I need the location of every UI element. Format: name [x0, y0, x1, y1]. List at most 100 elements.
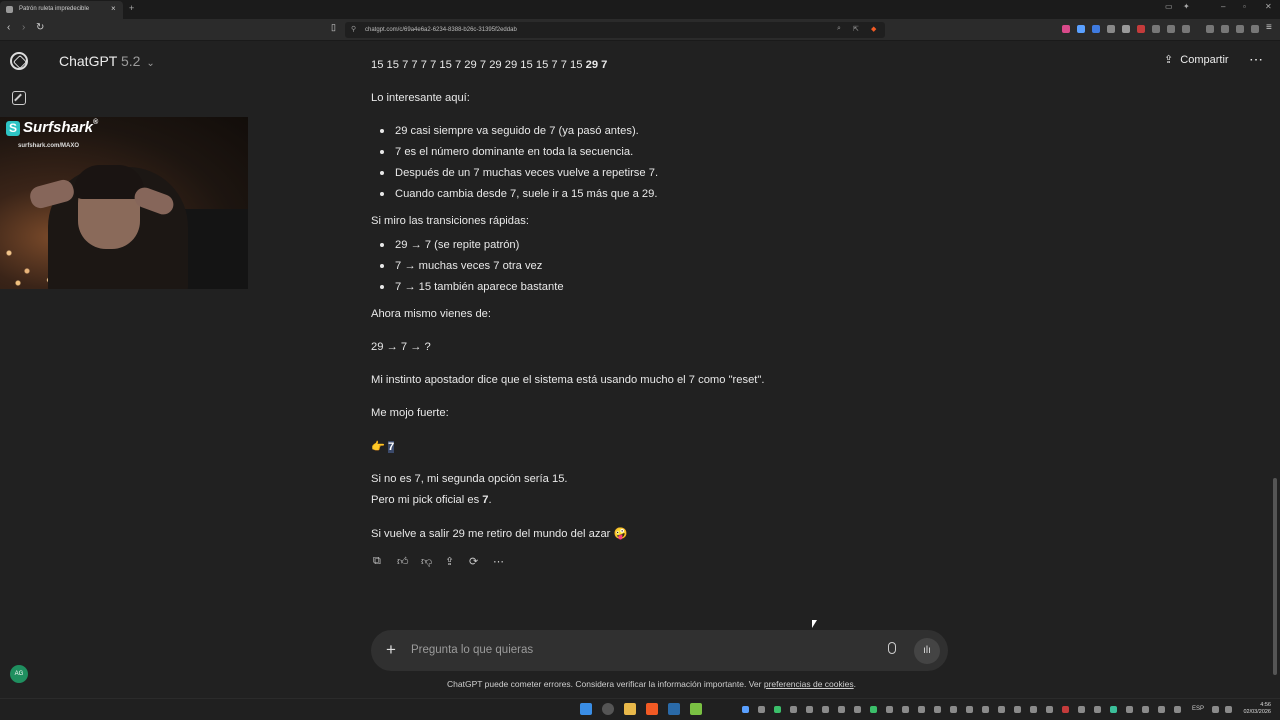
- tray-icon[interactable]: [806, 706, 813, 713]
- forward-icon[interactable]: ›: [22, 22, 25, 33]
- tray-icon[interactable]: [838, 706, 845, 713]
- tray-icon[interactable]: [1046, 706, 1053, 713]
- start-icon[interactable]: [580, 703, 592, 715]
- scrollbar-thumb[interactable]: [1273, 478, 1277, 675]
- pin-icon[interactable]: ✦: [1183, 2, 1190, 11]
- extensions-menu-icon[interactable]: [1182, 25, 1190, 33]
- tray-icon[interactable]: [1030, 706, 1037, 713]
- more-options-icon[interactable]: ⋯: [1249, 51, 1263, 68]
- brave-shield-icon[interactable]: ◆: [871, 25, 876, 33]
- thumbs-down-icon[interactable]: 👎︎: [421, 555, 432, 568]
- steam-icon[interactable]: [668, 703, 680, 715]
- file-explorer-icon[interactable]: [624, 703, 636, 715]
- extension-icon[interactable]: [1152, 25, 1160, 33]
- composer[interactable]: + Pregunta lo que quieras ılı: [371, 630, 948, 671]
- tray-icon[interactable]: [902, 706, 909, 713]
- tray-icon[interactable]: [742, 706, 749, 713]
- tray-icon[interactable]: [790, 706, 797, 713]
- share-page-icon[interactable]: ⇱: [853, 25, 859, 33]
- tray-icon[interactable]: [822, 706, 829, 713]
- paragraph: Mi instinto apostador dice que el sistem…: [371, 374, 765, 386]
- extension-icon[interactable]: [1122, 25, 1130, 33]
- tab-search-icon[interactable]: ▭: [1165, 2, 1173, 11]
- copy-icon[interactable]: ⧉: [373, 555, 381, 568]
- app-icon[interactable]: [690, 703, 702, 715]
- address-bar[interactable]: ⚲ chatgpt.com/c/69a4e6a2-6234-8388-b26c-…: [345, 22, 885, 38]
- tray-icon[interactable]: [934, 706, 941, 713]
- tray-icon[interactable]: [854, 706, 861, 713]
- pick-value[interactable]: 7: [388, 441, 395, 453]
- microphone-tray-icon[interactable]: [1174, 706, 1181, 713]
- more-actions-icon[interactable]: ⋯: [493, 555, 504, 568]
- back-icon[interactable]: ‹: [7, 22, 10, 33]
- extension-icon[interactable]: [1062, 25, 1070, 33]
- close-tab-icon[interactable]: ×: [111, 4, 116, 13]
- tray-icon[interactable]: [1062, 706, 1069, 713]
- regenerate-icon[interactable]: ⟳: [469, 555, 478, 568]
- new-chat-icon[interactable]: [12, 91, 26, 105]
- volume-icon[interactable]: [1225, 706, 1232, 713]
- tray-icon[interactable]: [966, 706, 973, 713]
- share-button[interactable]: ⇪ Compartir: [1164, 53, 1229, 66]
- brave-browser-icon[interactable]: [646, 703, 658, 715]
- tray-icon[interactable]: [886, 706, 893, 713]
- tray-icon[interactable]: [1158, 706, 1165, 713]
- extension-icon[interactable]: [1137, 25, 1145, 33]
- system-clock[interactable]: 4:56 02/03/2026: [1241, 702, 1271, 716]
- prompt-input[interactable]: Pregunta lo que quieras: [411, 644, 533, 656]
- plus-icon[interactable]: +: [386, 640, 396, 660]
- share-message-icon[interactable]: ⇪: [445, 555, 454, 568]
- tray-icon[interactable]: [982, 706, 989, 713]
- tab-favicon-icon: [6, 6, 13, 13]
- model-selector[interactable]: ChatGPT 5.2 ⌄: [59, 53, 155, 69]
- tray-icon[interactable]: [774, 706, 781, 713]
- list-item: 7 → muchas veces 7 otra vez: [395, 260, 543, 272]
- extension-icon[interactable]: [1167, 25, 1175, 33]
- network-icon[interactable]: [1212, 706, 1219, 713]
- tray-icon[interactable]: [998, 706, 1005, 713]
- tray-icon[interactable]: [1142, 706, 1149, 713]
- browser-nav-bar: ‹ › ↻ ▯ ⚲ chatgpt.com/c/69a4e6a2-6234-83…: [0, 19, 1280, 41]
- browser-tab[interactable]: Patrón ruleta impredecible ×: [0, 1, 123, 19]
- microphone-icon[interactable]: [888, 642, 896, 654]
- voice-mode-button[interactable]: ılı: [914, 638, 940, 664]
- tray-icon[interactable]: [1078, 706, 1085, 713]
- sidebar-toggle-icon[interactable]: [1206, 25, 1214, 33]
- vpn-icon[interactable]: [1236, 25, 1244, 33]
- thumbs-up-icon[interactable]: 👍︎: [397, 555, 409, 568]
- bullet-dot: [380, 171, 384, 175]
- clock-date: 02/03/2026: [1243, 709, 1271, 715]
- openai-logo-icon[interactable]: [10, 52, 28, 70]
- reload-icon[interactable]: ↻: [36, 22, 44, 33]
- chevron-down-icon: ⌄: [146, 58, 155, 69]
- site-info-icon[interactable]: ⚲: [351, 25, 356, 33]
- wallet-icon[interactable]: [1221, 25, 1229, 33]
- bullet-dot: [380, 129, 384, 133]
- search-icon[interactable]: [602, 703, 614, 715]
- tray-icon[interactable]: [1126, 706, 1133, 713]
- new-tab-icon[interactable]: +: [129, 3, 134, 13]
- surfshark-logo: S Surfshark®: [6, 119, 98, 136]
- tray-icon[interactable]: [1110, 706, 1117, 713]
- zoom-icon[interactable]: ⌕: [837, 25, 841, 33]
- tray-icon[interactable]: [758, 706, 765, 713]
- leo-ai-icon[interactable]: [1251, 25, 1259, 33]
- extension-icon[interactable]: [1107, 25, 1115, 33]
- avatar[interactable]: AG: [10, 665, 28, 683]
- close-window-icon[interactable]: ✕: [1265, 2, 1272, 11]
- tray-icon[interactable]: [1094, 706, 1101, 713]
- browser-menu-icon[interactable]: ≡: [1266, 22, 1272, 33]
- minimize-icon[interactable]: –: [1221, 2, 1225, 11]
- maximize-icon[interactable]: ▫: [1243, 2, 1246, 11]
- tray-icon[interactable]: [918, 706, 925, 713]
- tray-icon[interactable]: [950, 706, 957, 713]
- gaming-chair: [182, 209, 248, 289]
- cookie-preferences-link[interactable]: preferencias de cookies: [764, 679, 854, 689]
- tray-icon[interactable]: [870, 706, 877, 713]
- extension-icon[interactable]: [1077, 25, 1085, 33]
- bookmark-icon[interactable]: ▯: [331, 22, 336, 33]
- extension-icon[interactable]: [1092, 25, 1100, 33]
- language-indicator[interactable]: ESP: [1192, 706, 1204, 712]
- tray-icon[interactable]: [1014, 706, 1021, 713]
- model-version: 5.2: [121, 53, 141, 69]
